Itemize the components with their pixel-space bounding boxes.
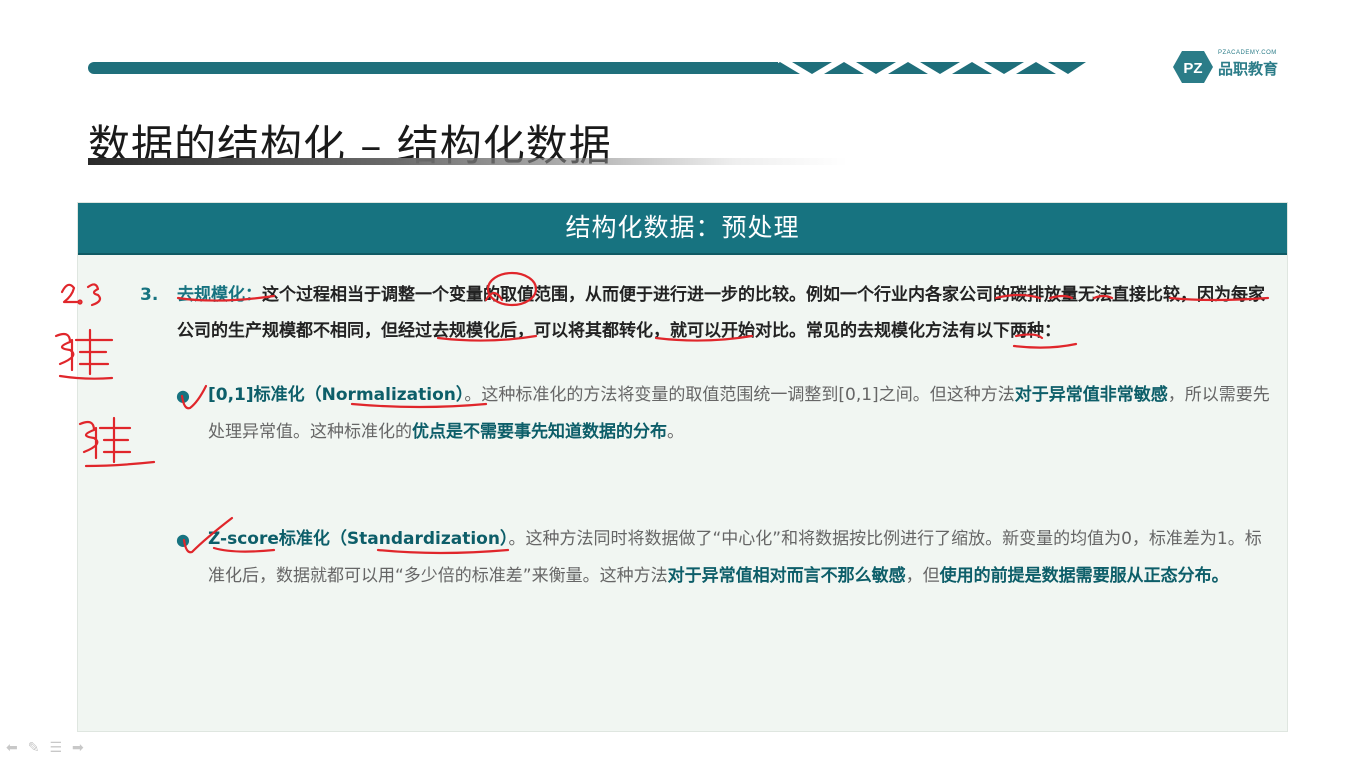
logo-url: PZACADEMY.COM — [1218, 50, 1277, 56]
item-3-term: 去规模化： — [177, 285, 262, 305]
bullet-1-emphasis-1: 对于异常值非常敏感 — [1014, 385, 1168, 405]
bullet-1-emphasis-2: 优点是不需要事先知道数据的分布 — [412, 422, 667, 442]
bullet-2-body: Z-score标准化（Standardization）。这种方法同时将数据做了“… — [208, 521, 1276, 595]
menu-icon[interactable]: ☰ — [49, 740, 62, 756]
bullet-1-text3: 。 — [667, 422, 684, 442]
logo-mark: PZ — [1183, 60, 1202, 77]
bullet-dot-icon: ● — [176, 530, 190, 549]
item-3: 3. 去规模化：这个过程相当于调整一个变量的取值范围，从而便于进行进一步的比较。… — [140, 277, 1276, 349]
prev-arrow-icon[interactable]: ⬅ — [6, 740, 18, 756]
pen-icon[interactable]: ✎ — [28, 740, 40, 756]
bullet-1-body: [0,1]标准化（Normalization）。这种标准化的方法将变量的取值范围… — [208, 377, 1276, 451]
logo-name: 品职教育 — [1218, 60, 1279, 78]
next-arrow-icon[interactable]: ➡ — [72, 740, 84, 756]
bullet-1-term: [0,1]标准化（Normalization） — [208, 385, 465, 405]
bullet-1-text1: 。这种标准化的方法将变量的取值范围统一调整到[0,1]之间。但这种方法 — [464, 385, 1015, 405]
bullet-standardization: ● Z-score标准化（Standardization）。这种方法同时将数据做… — [176, 521, 1276, 595]
bullet-2-term: Z-score标准化（Standardization） — [208, 529, 509, 549]
item-3-text: 这个过程相当于调整一个变量的取值范围，从而便于进行进一步的比较。例如一个行业内各… — [177, 285, 1265, 341]
bullet-2-emphasis-1: 对于异常值相对而言不那么敏感 — [667, 566, 906, 586]
item-number: 3. — [140, 285, 159, 305]
bullet-dot-icon: ● — [176, 386, 190, 405]
top-decor-bar — [88, 62, 778, 74]
item-3-body: 去规模化：这个过程相当于调整一个变量的取值范围，从而便于进行进一步的比较。例如一… — [177, 277, 1276, 349]
top-triangle-strip — [760, 62, 1086, 74]
slide-nav-bar: ⬅ ✎ ☰ ➡ — [6, 740, 84, 756]
annotation-2 — [60, 283, 80, 304]
bullet-2-text2: ，但 — [905, 566, 940, 586]
bullet-2-emphasis-2: 使用的前提是数据需要服从正态分布。 — [939, 566, 1229, 586]
content-panel: 结构化数据：预处理 3. 去规模化：这个过程相当于调整一个变量的取值范围，从而便… — [77, 202, 1288, 732]
pz-logo-icon: PZ — [1173, 51, 1213, 83]
title-underline — [88, 158, 848, 165]
brand-logo: PZ PZACADEMY.COM 品职教育 — [1172, 50, 1282, 86]
panel-header: 结构化数据：预处理 — [78, 203, 1287, 255]
bullet-normalization: ● [0,1]标准化（Normalization）。这种标准化的方法将变量的取值… — [176, 377, 1276, 451]
